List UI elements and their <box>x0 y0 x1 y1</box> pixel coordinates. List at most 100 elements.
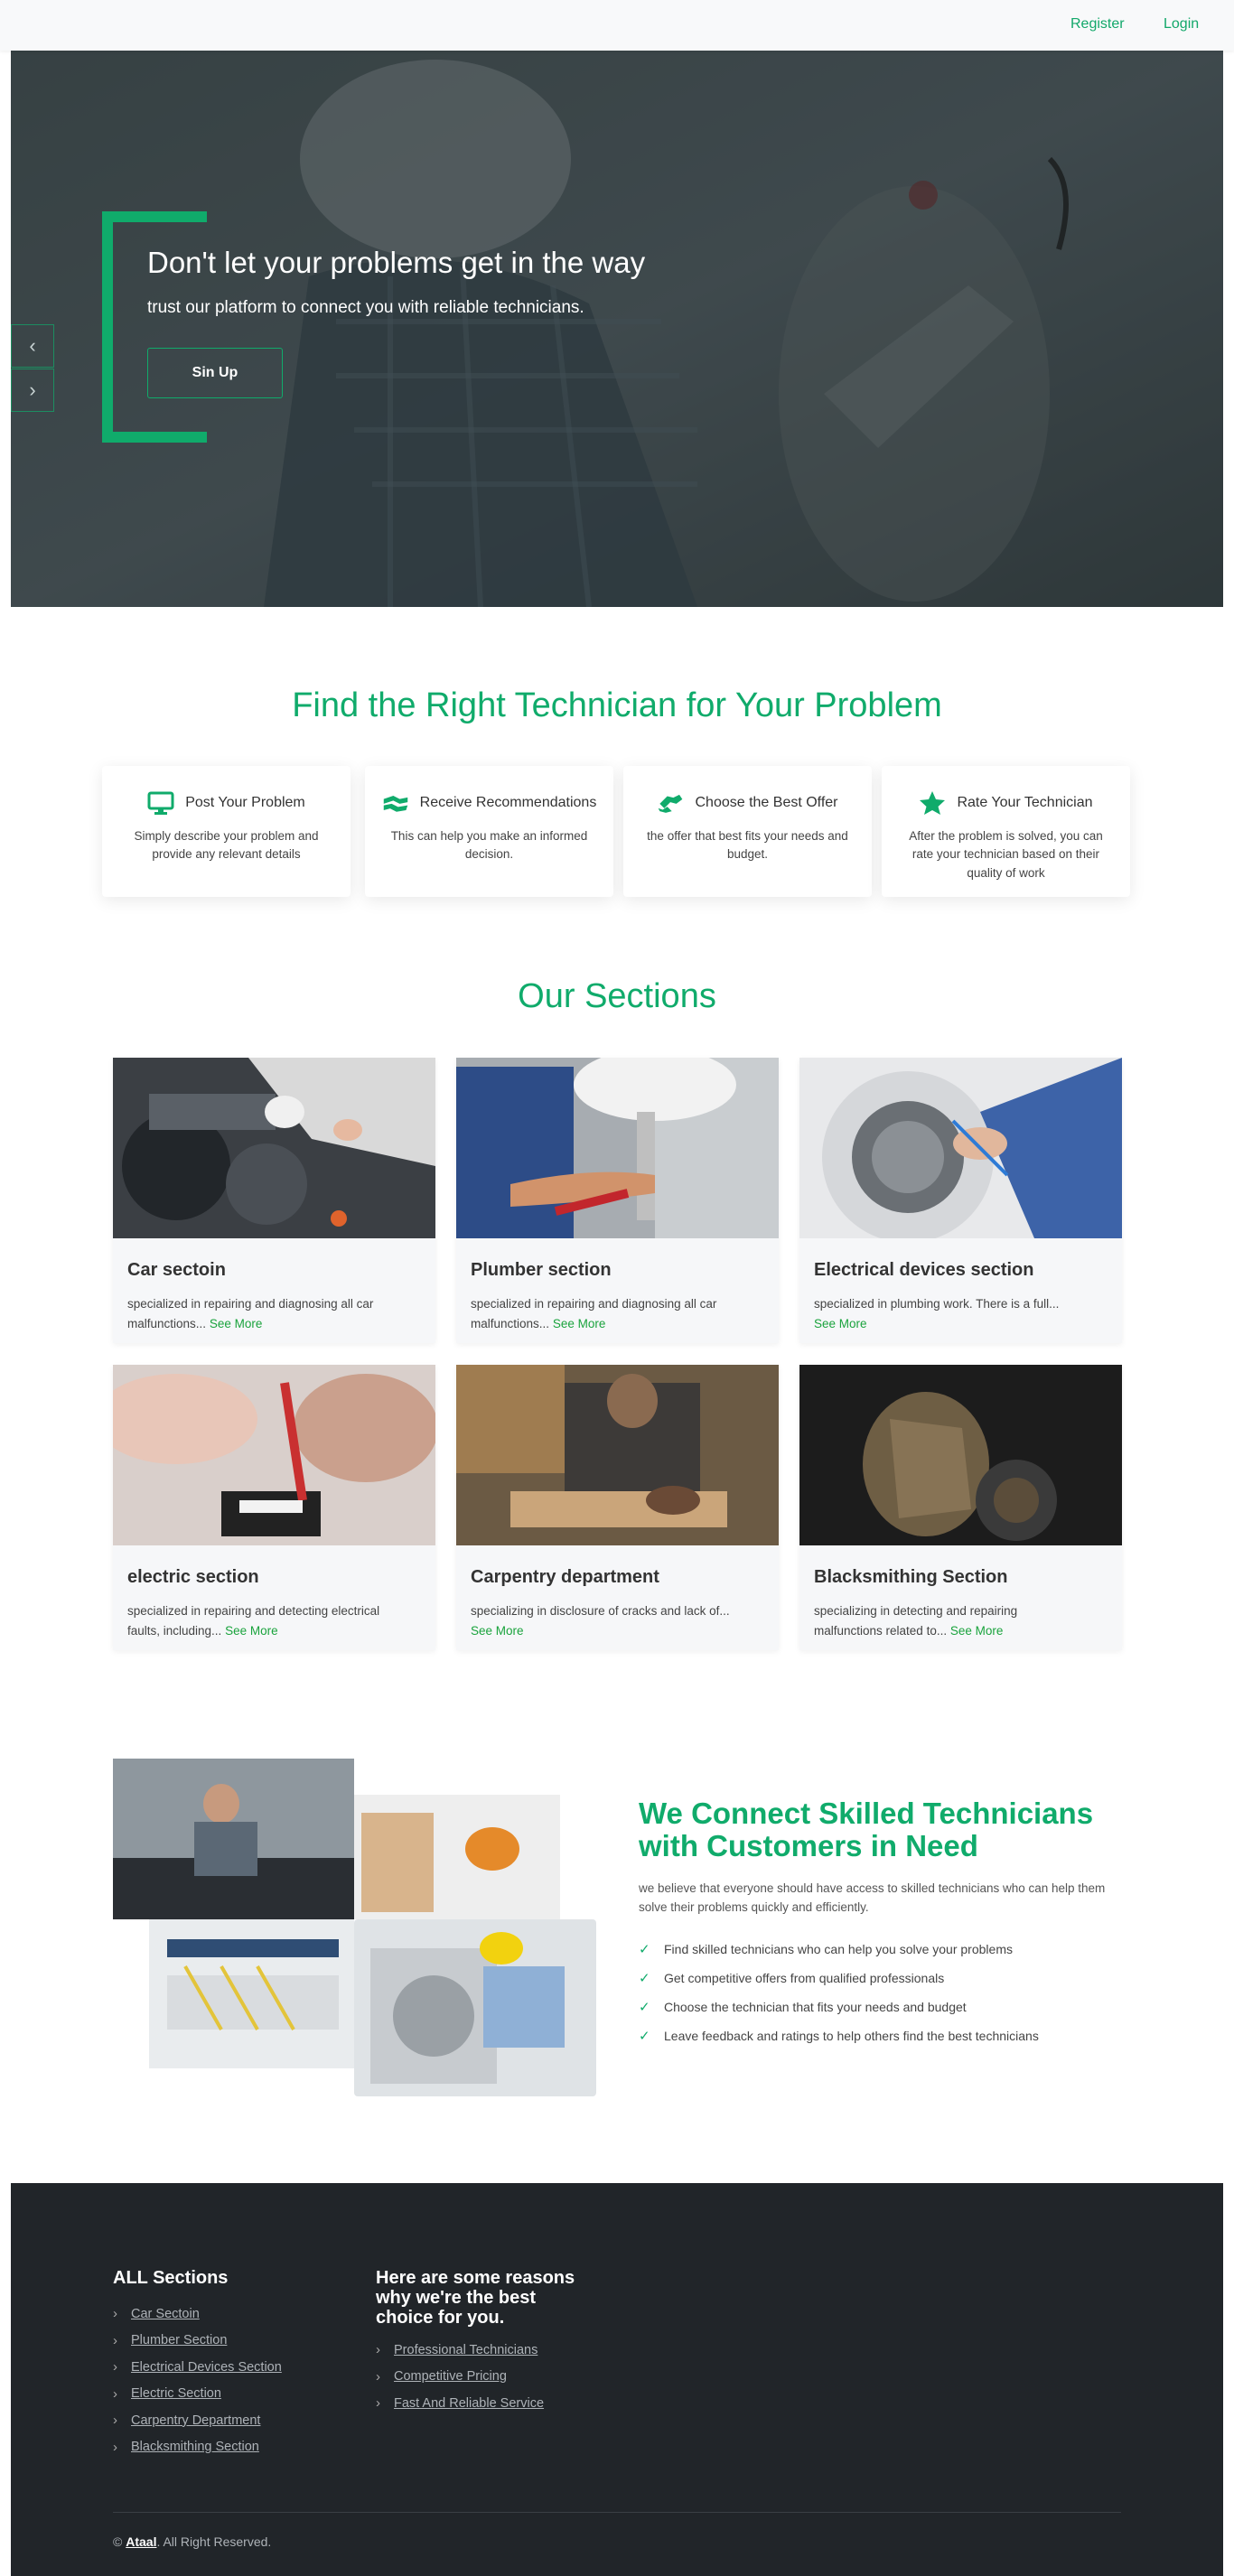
technicians-collage <box>113 1759 596 2096</box>
footer-link[interactable]: Carpentry Department <box>131 2413 260 2428</box>
see-more-link[interactable]: See More <box>950 1624 1004 1638</box>
section-card[interactable]: Plumber section specialized in repairing… <box>456 1058 779 1343</box>
see-more-link[interactable]: See More <box>225 1624 278 1638</box>
chevron-right-icon: › <box>113 2413 117 2429</box>
see-more-link[interactable]: See More <box>553 1317 606 1330</box>
step-card: Post Your Problem Simply describe your p… <box>102 766 351 897</box>
chevron-right-icon: › <box>113 2332 117 2348</box>
footer-link[interactable]: Blacksmithing Section <box>131 2440 259 2454</box>
navbar: Register Login <box>0 0 1234 51</box>
section-name: Electrical devices section <box>814 1260 1034 1280</box>
see-more-link[interactable]: See More <box>814 1317 867 1330</box>
section-desc: specialized in repairing and detecting e… <box>127 1604 380 1638</box>
footer-sections-title: ALL Sections <box>113 2268 229 2288</box>
section-card[interactable]: Blacksmithing Section specializing in de… <box>799 1365 1122 1650</box>
footer-sections-list: › Car Sectoin › Plumber Section › Electrica… <box>113 2301 282 2460</box>
plumber-section-image <box>456 1058 779 1238</box>
benefits-list: ✓ Find skilled technicians who can help y… <box>639 1935 1039 2050</box>
copyright: © Ataal. All Right Reserved. <box>113 2534 272 2549</box>
electric-section-image <box>113 1365 435 1545</box>
section-desc: specialized in plumbing work. There is a… <box>814 1297 1060 1330</box>
step-title: Rate Your Technician <box>957 795 1093 810</box>
see-more-link[interactable]: See More <box>210 1317 263 1330</box>
chevron-right-icon: › <box>113 2359 117 2375</box>
footer-link-item: › Fast And Reliable Service <box>376 2390 544 2417</box>
section-card[interactable]: electric section specialized in repairin… <box>113 1365 435 1650</box>
step-card: Receive Recommendations This can help yo… <box>365 766 613 897</box>
check-icon: ✓ <box>639 1942 650 1957</box>
chevron-right-icon: › <box>29 378 36 401</box>
footer-link-item: › Car Sectoin <box>113 2301 282 2328</box>
section-desc: specialized in repairing and diagnosing … <box>127 1297 374 1330</box>
step-text: the offer that best fits your needs and … <box>647 829 848 862</box>
step-title: Post Your Problem <box>185 795 305 810</box>
step-card: Choose the Best Offer the offer that bes… <box>623 766 872 897</box>
section-card[interactable]: Car sectoin specialized in repairing and… <box>113 1058 435 1343</box>
section-card[interactable]: Carpentry department specializing in dis… <box>456 1365 779 1650</box>
list-item: ✓ Choose the technician that fits your ne… <box>639 2000 967 2015</box>
see-more-link[interactable]: See More <box>471 1624 524 1638</box>
check-icon: ✓ <box>639 2000 650 2015</box>
footer-link[interactable]: Electric Section <box>131 2386 221 2401</box>
footer-link[interactable]: Professional Technicians <box>394 2343 538 2357</box>
chevron-right-icon: › <box>113 2439 117 2455</box>
footer: ALL Sections › Car Sectoin › Plumber Secti… <box>11 2183 1223 2576</box>
footer-link-item: › Electrical Devices Section <box>113 2354 282 2381</box>
blacksmithing-section-image <box>799 1365 1122 1545</box>
section-desc: specialized in repairing and diagnosing … <box>471 1297 717 1330</box>
carpentry-section-image <box>456 1365 779 1545</box>
star-icon <box>919 791 946 815</box>
list-item: ✓ Get competitive offers from qualified p… <box>639 1971 945 1986</box>
section-card[interactable]: Electrical devices section specialized i… <box>799 1058 1122 1343</box>
section-desc: specializing in detecting and repairing … <box>814 1604 1018 1638</box>
connect-desc: we believe that everyone should have acc… <box>639 1881 1106 1914</box>
footer-reasons-list: › Professional Technicians › Competitive P… <box>376 2337 544 2417</box>
sections-title: Our Sections <box>518 977 716 1015</box>
chevron-left-icon: ‹ <box>29 334 36 357</box>
hero-subtitle: trust our platform to connect you with r… <box>147 298 584 317</box>
list-item: ✓ Find skilled technicians who can help y… <box>639 1942 1013 1957</box>
section-name: electric section <box>127 1567 259 1587</box>
step-text: Simply describe your problem and provide… <box>134 829 319 862</box>
chevron-right-icon: › <box>113 2306 117 2322</box>
footer-link[interactable]: Fast And Reliable Service <box>394 2396 544 2411</box>
chevron-right-icon: › <box>113 2385 117 2402</box>
register-link[interactable]: Register <box>1070 16 1125 33</box>
chevron-right-icon: › <box>376 2368 380 2385</box>
step-title: Receive Recommendations <box>419 795 597 810</box>
step-text: After the problem is solved, you can rat… <box>909 829 1103 880</box>
handshake-icon <box>382 791 409 815</box>
step-title: Choose the Best Offer <box>695 795 838 810</box>
step-card: Rate Your Technician After the problem i… <box>882 766 1130 897</box>
hero-carousel: Don't let your problems get in the way t… <box>11 51 1223 607</box>
footer-link-item: › Blacksmithing Section <box>113 2434 282 2461</box>
monitor-icon <box>147 791 174 815</box>
signup-button[interactable]: Sin Up <box>147 348 283 398</box>
footer-link[interactable]: Electrical Devices Section <box>131 2360 282 2375</box>
footer-link-item: › Electric Section <box>113 2381 282 2408</box>
brand-link[interactable]: Ataal <box>126 2534 156 2549</box>
login-link[interactable]: Login <box>1164 16 1199 33</box>
footer-link-item: › Competitive Pricing <box>376 2364 544 2391</box>
section-desc: specializing in disclosure of cracks and… <box>471 1604 730 1638</box>
footer-divider <box>113 2512 1121 2513</box>
hero-title: Don't let your problems get in the way <box>147 246 646 279</box>
section-name: Blacksmithing Section <box>814 1567 1008 1587</box>
footer-link[interactable]: Car Sectoin <box>131 2307 200 2321</box>
list-item: ✓ Leave feedback and ratings to help othe… <box>639 2029 1039 2044</box>
footer-link[interactable]: Plumber Section <box>131 2333 227 2347</box>
car-section-image <box>113 1058 435 1238</box>
chevron-right-icon: › <box>376 2395 380 2412</box>
carousel-prev-button[interactable]: ‹ <box>11 324 54 368</box>
carousel-next-button[interactable]: › <box>11 369 54 412</box>
footer-link-item: › Carpentry Department <box>113 2407 282 2434</box>
chevron-right-icon: › <box>376 2342 380 2358</box>
steps-title: Find the Right Technician for Your Probl… <box>292 686 942 724</box>
section-name: Carpentry department <box>471 1567 659 1587</box>
step-text: This can help you make an informed decis… <box>390 829 588 862</box>
footer-link-item: › Plumber Section <box>113 2328 282 2355</box>
footer-link[interactable]: Competitive Pricing <box>394 2369 507 2384</box>
footer-link-item: › Professional Technicians <box>376 2337 544 2364</box>
check-icon: ✓ <box>639 2029 650 2044</box>
footer-reasons-title: Here are some reasons why we're the best… <box>376 2268 575 2328</box>
